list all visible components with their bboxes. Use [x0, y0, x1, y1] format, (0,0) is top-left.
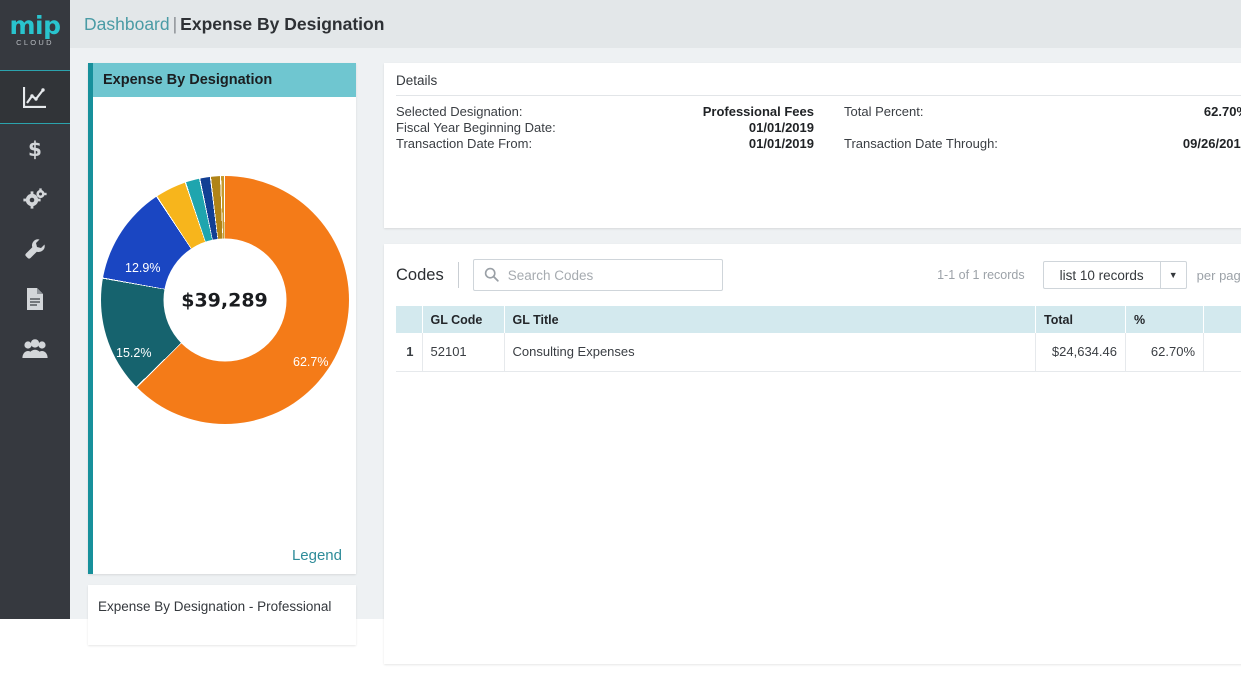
- detail-spacer: [814, 136, 844, 151]
- legend-link[interactable]: Legend: [292, 547, 342, 564]
- app-logo[interactable]: mip CLOUD: [0, 0, 70, 62]
- wrench-icon: [24, 238, 46, 260]
- details-grid: Selected Designation: Professional Fees …: [396, 104, 1241, 151]
- page-size-value: list 10 records: [1044, 262, 1160, 288]
- detail-value-fiscal-year-beginning: 01/01/2019: [596, 120, 814, 135]
- table-row[interactable]: 1 52101 Consulting Expenses $24,634.46 6…: [396, 333, 1241, 371]
- details-heading: Details: [396, 73, 1241, 96]
- document-icon: [25, 287, 45, 311]
- codes-table-head: GL Code GL Title Total %: [396, 306, 1241, 333]
- codes-table: GL Code GL Title Total % 1 52101 Consult…: [396, 306, 1241, 372]
- donut-chart[interactable]: $39,289 62.7% 15.2% 12.9%: [93, 169, 356, 431]
- breadcrumb: Dashboard|Expense By Designation: [84, 14, 384, 35]
- column-header-gl-code[interactable]: GL Code: [422, 306, 504, 333]
- column-header-total[interactable]: Total: [1036, 306, 1126, 333]
- table-header-row: GL Code GL Title Total %: [396, 306, 1241, 333]
- cell-gl-title: Consulting Expenses: [504, 333, 1036, 371]
- detail-value-transaction-date-from: 01/01/2019: [596, 136, 814, 151]
- people-icon: [22, 338, 48, 360]
- chart-card-body: $39,289 62.7% 15.2% 12.9% Legend: [93, 97, 356, 574]
- chevron-down-icon[interactable]: ▼: [1160, 262, 1186, 288]
- detail-label-transaction-date-through: Transaction Date Through:: [844, 136, 1044, 151]
- record-count-label: 1-1 of 1 records: [937, 268, 1025, 282]
- dollar-icon: $: [26, 137, 44, 161]
- secondary-chart-card-title: Expense By Designation - Professional: [98, 599, 346, 614]
- sidebar-item-reports[interactable]: [0, 274, 70, 324]
- codes-panel: Codes 1-1 of 1 records list 10 records ▼: [384, 244, 1241, 664]
- search-codes-input[interactable]: [473, 259, 723, 291]
- details-panel: Details Selected Designation: Profession…: [384, 63, 1241, 228]
- codes-toolbar-right: 1-1 of 1 records list 10 records ▼ per p…: [937, 261, 1241, 289]
- left-nav-rail: mip CLOUD $: [0, 0, 70, 619]
- detail-value-transaction-date-through: 09/26/2019: [1044, 136, 1241, 151]
- codes-title: Codes: [396, 266, 444, 285]
- top-bar: Dashboard|Expense By Designation: [70, 0, 1241, 48]
- sidebar-item-dashboard[interactable]: [0, 70, 70, 124]
- toolbar-divider: [458, 262, 459, 288]
- cell-pad: [1204, 333, 1241, 371]
- detail-label-transaction-date-from: Transaction Date From:: [396, 136, 596, 151]
- expense-chart-card: Expense By Designation $39,289 62.7% 15.…: [88, 63, 356, 574]
- detail-spacer: [814, 104, 844, 119]
- page-title: Expense By Designation: [180, 14, 384, 34]
- chart-card-header: Expense By Designation: [93, 63, 356, 97]
- chart-card-title: Expense By Designation: [103, 72, 272, 88]
- search-codes-wrap: [473, 259, 723, 291]
- column-header-gl-title[interactable]: GL Title: [504, 306, 1036, 333]
- detail-label-blank: [844, 120, 1044, 135]
- secondary-chart-card: Expense By Designation - Professional: [88, 585, 356, 645]
- cell-total: $24,634.46: [1036, 333, 1126, 371]
- column-header-percent[interactable]: %: [1126, 306, 1204, 333]
- logo-text-secondary: CLOUD: [16, 38, 54, 47]
- donut-total-value: $39,289: [181, 289, 268, 311]
- detail-label-selected-designation: Selected Designation:: [396, 104, 596, 119]
- column-header-pad: [1204, 306, 1241, 333]
- cell-percent: 62.70%: [1126, 333, 1204, 371]
- cell-gl-code[interactable]: 52101: [422, 333, 504, 371]
- breadcrumb-separator: |: [173, 14, 178, 34]
- detail-spacer: [814, 120, 844, 135]
- chart-line-icon: [23, 86, 47, 108]
- codes-toolbar: Codes 1-1 of 1 records list 10 records ▼: [384, 244, 1241, 306]
- sidebar-item-accounting[interactable]: $: [0, 124, 70, 174]
- per-page-label: per page: [1197, 268, 1241, 283]
- sidebar-item-users[interactable]: [0, 324, 70, 374]
- detail-label-fiscal-year-beginning: Fiscal Year Beginning Date:: [396, 120, 596, 135]
- logo-text-primary: mip: [9, 15, 60, 37]
- sidebar-item-maintenance[interactable]: [0, 224, 70, 274]
- codes-table-region: GL Code GL Title Total % 1 52101 Consult…: [384, 306, 1241, 372]
- detail-value-selected-designation: Professional Fees: [596, 104, 814, 119]
- breadcrumb-dashboard-link[interactable]: Dashboard: [84, 14, 170, 34]
- donut-center: $39,289: [163, 239, 286, 362]
- detail-value-total-percent: 62.70%: [1044, 104, 1241, 119]
- codes-table-body: 1 52101 Consulting Expenses $24,634.46 6…: [396, 333, 1241, 371]
- detail-label-total-percent: Total Percent:: [844, 104, 1044, 119]
- page-canvas: Expense By Designation $39,289 62.7% 15.…: [70, 48, 1241, 619]
- page-size-select[interactable]: list 10 records ▼: [1043, 261, 1187, 289]
- detail-value-blank: [1044, 120, 1241, 135]
- sidebar-item-settings[interactable]: [0, 174, 70, 224]
- gears-icon: [23, 188, 47, 210]
- svg-text:$: $: [28, 137, 42, 161]
- column-header-index[interactable]: [396, 306, 422, 333]
- cell-index: 1: [396, 333, 422, 371]
- donut-ring: $39,289: [101, 176, 349, 424]
